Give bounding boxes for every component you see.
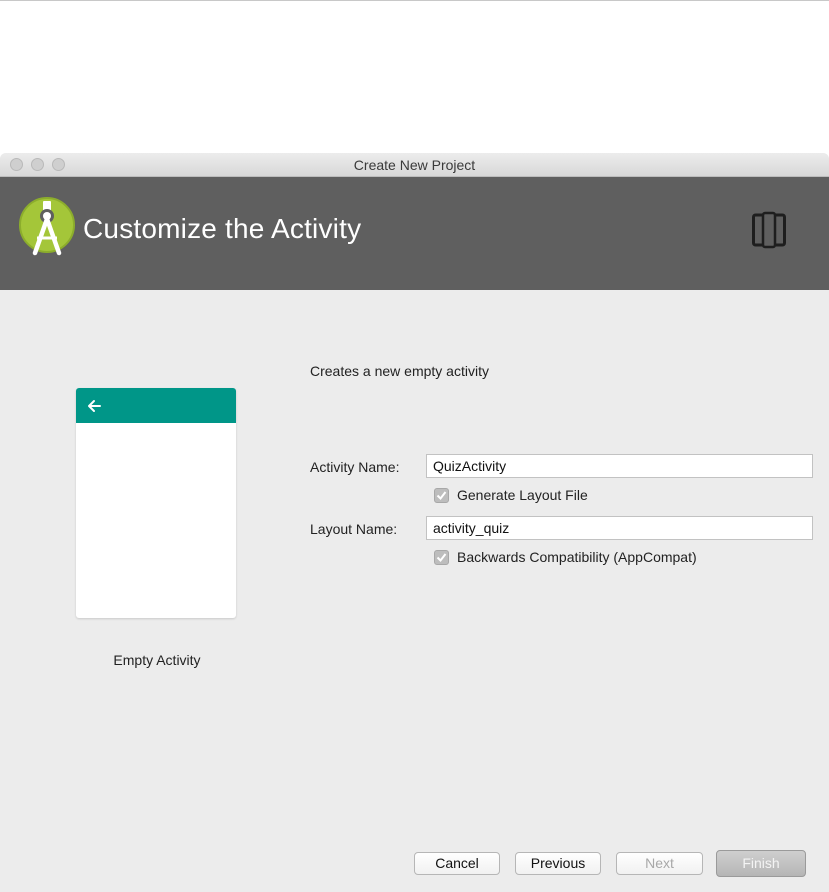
previous-button[interactable]: Previous [515,852,601,875]
preview-label: Empty Activity [113,652,201,668]
wizard-content: Empty Activity Creates a new empty activ… [0,290,829,892]
activity-name-label: Activity Name: [310,459,400,475]
android-studio-logo-icon [19,197,75,256]
activity-preview [76,388,236,618]
cancel-button[interactable]: Cancel [414,852,500,875]
device-form-factor-icon [752,211,786,249]
checkmark-icon [436,491,447,501]
wizard-banner: Customize the Activity [0,177,829,290]
layout-name-label: Layout Name: [310,521,398,537]
activity-name-input[interactable] [426,454,813,478]
titlebar: Create New Project [0,153,829,177]
window-title: Create New Project [353,157,476,173]
template-description: Creates a new empty activity [310,363,489,379]
top-divider [0,0,829,1]
create-project-window: Create New Project Customize the Activit… [0,153,829,892]
next-button[interactable]: Next [616,852,703,875]
back-arrow-icon [88,400,101,412]
layout-name-input[interactable] [426,516,813,540]
backwards-compat-label: Backwards Compatibility (AppCompat) [457,549,697,565]
backwards-compat-checkbox[interactable] [434,550,449,565]
checkmark-icon [436,553,447,563]
generate-layout-label: Generate Layout File [457,487,588,503]
generate-layout-checkbox[interactable] [434,488,449,503]
preview-app-bar [76,388,236,423]
finish-button[interactable]: Finish [716,850,806,877]
banner-title: Customize the Activity [83,213,362,244]
